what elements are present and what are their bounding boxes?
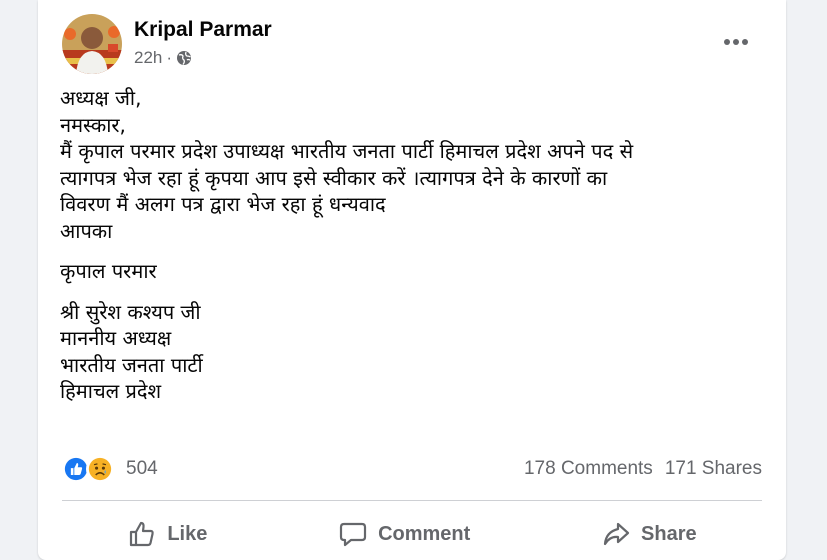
message-line: आपका [60, 218, 113, 243]
message-line: नमस्कार, [60, 112, 126, 137]
more-horizontal-icon [724, 39, 748, 45]
like-button[interactable]: Like [107, 512, 227, 556]
post-time[interactable]: 22h [134, 48, 162, 68]
signature-line: कृपाल परमार [60, 259, 157, 283]
comment-label: Comment [378, 522, 471, 545]
post-menu-button[interactable] [722, 28, 750, 56]
recipient-line: हिमाचल प्रदेश [60, 379, 162, 403]
reactions-summary[interactable]: 504 [62, 455, 158, 483]
shares-count[interactable]: 171 Shares [665, 458, 762, 480]
comment-icon [339, 522, 367, 547]
recipient-line: माननीय अध्यक्ष [60, 326, 172, 350]
avatar-image [62, 14, 122, 74]
recipient-line: भारतीय जनता पार्टी [60, 352, 203, 377]
post-meta: 22h · [134, 48, 192, 68]
post-card: Kripal Parmar 22h · अध्यक्ष जी, नमस्कार,… [38, 0, 786, 560]
share-button[interactable]: Share [581, 512, 717, 556]
author-name[interactable]: Kripal Parmar [134, 18, 272, 42]
share-icon [603, 522, 630, 546]
message-line: मैं कृपाल परमार प्रदेश उपाध्यक्ष भारतीय … [60, 139, 634, 163]
reaction-count: 504 [126, 458, 158, 479]
engagement-counts: 178 Comments 171 Shares [524, 458, 762, 480]
message-line: अध्यक्ष जी, [60, 86, 142, 110]
recipient-line: श्री सुरेश कश्यप जी [60, 299, 201, 324]
post-actions: Like Comment Share [62, 512, 762, 556]
avatar[interactable] [62, 14, 122, 74]
like-label: Like [167, 522, 208, 545]
sad-reaction-icon [86, 455, 114, 483]
message-line: त्यागपत्र भेज रहा हूं कृपया आप इसे स्वीक… [60, 165, 608, 190]
divider [62, 500, 762, 501]
post-message: अध्यक्ष जी, नमस्कार, मैं कृपाल परमार प्र… [60, 85, 770, 405]
thumbs-up-icon [130, 521, 155, 547]
comments-count[interactable]: 178 Comments [524, 458, 653, 480]
globe-icon [177, 51, 192, 65]
share-label: Share [641, 522, 697, 545]
meta-separator: · [166, 48, 173, 67]
message-line: विवरण मैं अलग पत्र द्वारा भेज रहा हूं धन… [60, 192, 386, 216]
comment-button[interactable]: Comment [318, 512, 490, 556]
post-stats: 504 178 Comments 171 Shares [62, 454, 762, 488]
